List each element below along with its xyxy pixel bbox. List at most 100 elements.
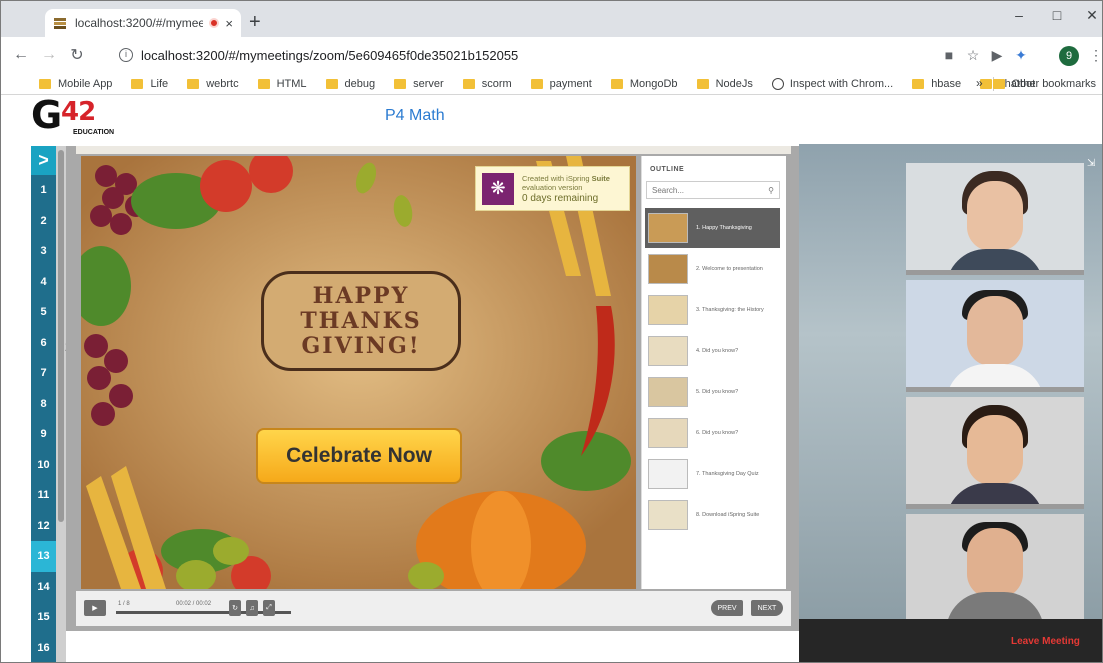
page-item[interactable]: 11 — [31, 480, 56, 511]
browser-window: localhost:3200/#/mymeeting × + – □ ✕ ← →… — [0, 0, 1103, 663]
replay-icon[interactable]: ↻ — [229, 600, 241, 616]
outline-header: OUTLINE — [650, 166, 685, 173]
page-item[interactable]: 1 — [31, 175, 56, 206]
bookmark-hbase[interactable]: hbase — [912, 78, 961, 90]
slide-canvas[interactable]: HAPPY THANKS GIVING! Celebrate Now — [81, 156, 636, 589]
address-bar[interactable]: i localhost:3200/#/mymeetings/zoom/5e609… — [119, 42, 919, 68]
page-item[interactable]: 8 — [31, 389, 56, 420]
other-bookmarks[interactable]: Other bookmarks — [992, 73, 1096, 95]
page-scrollbar[interactable] — [56, 146, 66, 662]
outline-item[interactable]: 6. Did you know? — [645, 413, 780, 453]
bookmark-server[interactable]: server — [394, 78, 444, 90]
tab-title: localhost:3200/#/mymeeting — [75, 16, 204, 30]
bookmark-debug[interactable]: debug — [325, 78, 375, 90]
new-tab-button[interactable]: + — [249, 11, 261, 34]
bookmark-mobile-app[interactable]: Mobile App — [39, 78, 112, 90]
profile-avatar[interactable]: 9 — [1059, 46, 1079, 66]
expand-icon[interactable]: ⇲ — [1087, 158, 1095, 169]
reload-icon[interactable]: ↻ — [63, 45, 91, 65]
fullscreen-toggle-icon[interactable]: ⤢ — [263, 600, 275, 616]
page-item[interactable]: 6 — [31, 328, 56, 359]
slide-thumbnail — [648, 295, 688, 325]
outline-item[interactable]: 3. Thanksgiving: the History — [645, 290, 780, 330]
info-icon[interactable]: i — [119, 48, 133, 62]
camera-icon[interactable]: ■ — [938, 45, 960, 65]
volume-icon[interactable]: ♫ — [246, 600, 258, 616]
tab-strip: localhost:3200/#/mymeeting × + – □ ✕ — [1, 1, 1102, 37]
outline-item[interactable]: 7. Thanksgiving Day Quiz — [645, 454, 780, 494]
bookmark-mongodb[interactable]: MongoDb — [610, 78, 678, 90]
page-item[interactable]: 2 — [31, 206, 56, 237]
window-close-icon[interactable]: ✕ — [1077, 7, 1102, 24]
folder-icon — [610, 78, 623, 89]
bookmark-webrtc[interactable]: webrtc — [187, 78, 239, 90]
bookmark-html[interactable]: HTML — [257, 78, 307, 90]
outline-item[interactable]: 4. Did you know? — [645, 331, 780, 371]
page-item[interactable]: 13 — [31, 541, 56, 572]
outline-item[interactable]: 1. Happy Thanksgiving — [645, 208, 780, 248]
folder-icon — [39, 78, 51, 89]
menu-icon[interactable]: ⋮ — [1085, 45, 1102, 65]
outline-item[interactable]: 2. Welcome to presentation — [645, 249, 780, 289]
app-header: G 42 EDUCATION P4 Math — [1, 93, 1102, 141]
bookmark-star-icon[interactable]: ☆ — [962, 45, 984, 65]
page-item[interactable]: 15 — [31, 602, 56, 633]
page-item[interactable]: 5 — [31, 297, 56, 328]
page-item[interactable]: 7 — [31, 358, 56, 389]
cast-icon[interactable]: ▶ — [986, 45, 1008, 65]
playback-time: 00:02 / 00:02 — [176, 601, 212, 607]
ispring-watermark: ❋ Created with iSpring Suite evaluation … — [475, 166, 630, 211]
folder-icon — [462, 78, 475, 89]
player-controls: ▶ 1 / 8 00:02 / 00:02 ↻ ♫ ⤢ PREV NEXT — [76, 591, 791, 626]
bookmark-life[interactable]: Life — [131, 78, 168, 90]
participant-video[interactable] — [906, 514, 1084, 619]
bookmark-inspect[interactable]: Inspect with Chrom... — [771, 77, 893, 90]
bookmark-payment[interactable]: payment — [530, 78, 592, 90]
page-item[interactable]: 16 — [31, 633, 56, 663]
outline-search-input[interactable]: Search... ⚲ — [646, 181, 780, 199]
page-sidebar: > 1 2 3 4 5 6 7 8 9 10 11 12 13 14 15 16 — [31, 146, 56, 663]
forward-icon[interactable]: → — [35, 46, 63, 64]
browser-toolbar: ← → ↻ i localhost:3200/#/mymeetings/zoom… — [1, 37, 1102, 73]
folder-icon — [187, 78, 200, 89]
page-item[interactable]: 10 — [31, 450, 56, 481]
browser-tab[interactable]: localhost:3200/#/mymeeting × — [45, 9, 241, 37]
outline-item-label: 5. Did you know? — [696, 388, 739, 395]
slide-thumbnail — [648, 418, 688, 448]
participant-video[interactable] — [906, 163, 1084, 275]
bookmark-scorm[interactable]: scorm — [462, 78, 512, 90]
outline-item-label: 7. Thanksgiving Day Quiz — [696, 470, 759, 477]
bookmarks-overflow-icon[interactable]: » — [976, 76, 983, 90]
folder-icon — [992, 79, 1005, 89]
celebrate-now-button[interactable]: Celebrate Now — [256, 428, 462, 484]
folder-icon — [131, 78, 144, 89]
back-icon[interactable]: ← — [7, 46, 35, 64]
leave-meeting-button[interactable]: Leave Meeting — [1011, 636, 1080, 647]
outline-item-label: 4. Did you know? — [696, 347, 739, 354]
minimize-icon[interactable]: – — [1004, 7, 1034, 23]
play-button[interactable]: ▶ — [84, 600, 106, 616]
page-item[interactable]: 3 — [31, 236, 56, 267]
extension-icon[interactable]: ✦ — [1010, 45, 1032, 65]
bookmark-nodejs[interactable]: NodeJs — [696, 78, 753, 90]
slide-thumbnail — [648, 377, 688, 407]
outline-panel: OUTLINE Search... ⚲ 1. Happy Thanksgivin… — [641, 156, 786, 589]
slide-counter: 1 / 8 — [118, 601, 130, 607]
page-item[interactable]: 14 — [31, 572, 56, 603]
tab-close-icon[interactable]: × — [225, 16, 233, 31]
page-item[interactable]: 12 — [31, 511, 56, 542]
scrollbar-thumb[interactable] — [58, 150, 64, 522]
presentation-topbar — [76, 146, 791, 154]
outline-item[interactable]: 8. Download iSpring Suite — [645, 495, 780, 535]
participant-video[interactable] — [906, 280, 1084, 392]
maximize-icon[interactable]: □ — [1042, 7, 1072, 23]
outline-item[interactable]: 5. Did you know? — [645, 372, 780, 412]
next-button[interactable]: NEXT — [751, 600, 783, 616]
slide-thumbnail — [648, 500, 688, 530]
prev-button[interactable]: PREV — [711, 600, 743, 616]
sidebar-toggle-button[interactable]: > — [31, 146, 56, 175]
folder-icon — [530, 78, 543, 89]
page-item[interactable]: 9 — [31, 419, 56, 450]
page-item[interactable]: 4 — [31, 267, 56, 298]
participant-video[interactable] — [906, 397, 1084, 509]
